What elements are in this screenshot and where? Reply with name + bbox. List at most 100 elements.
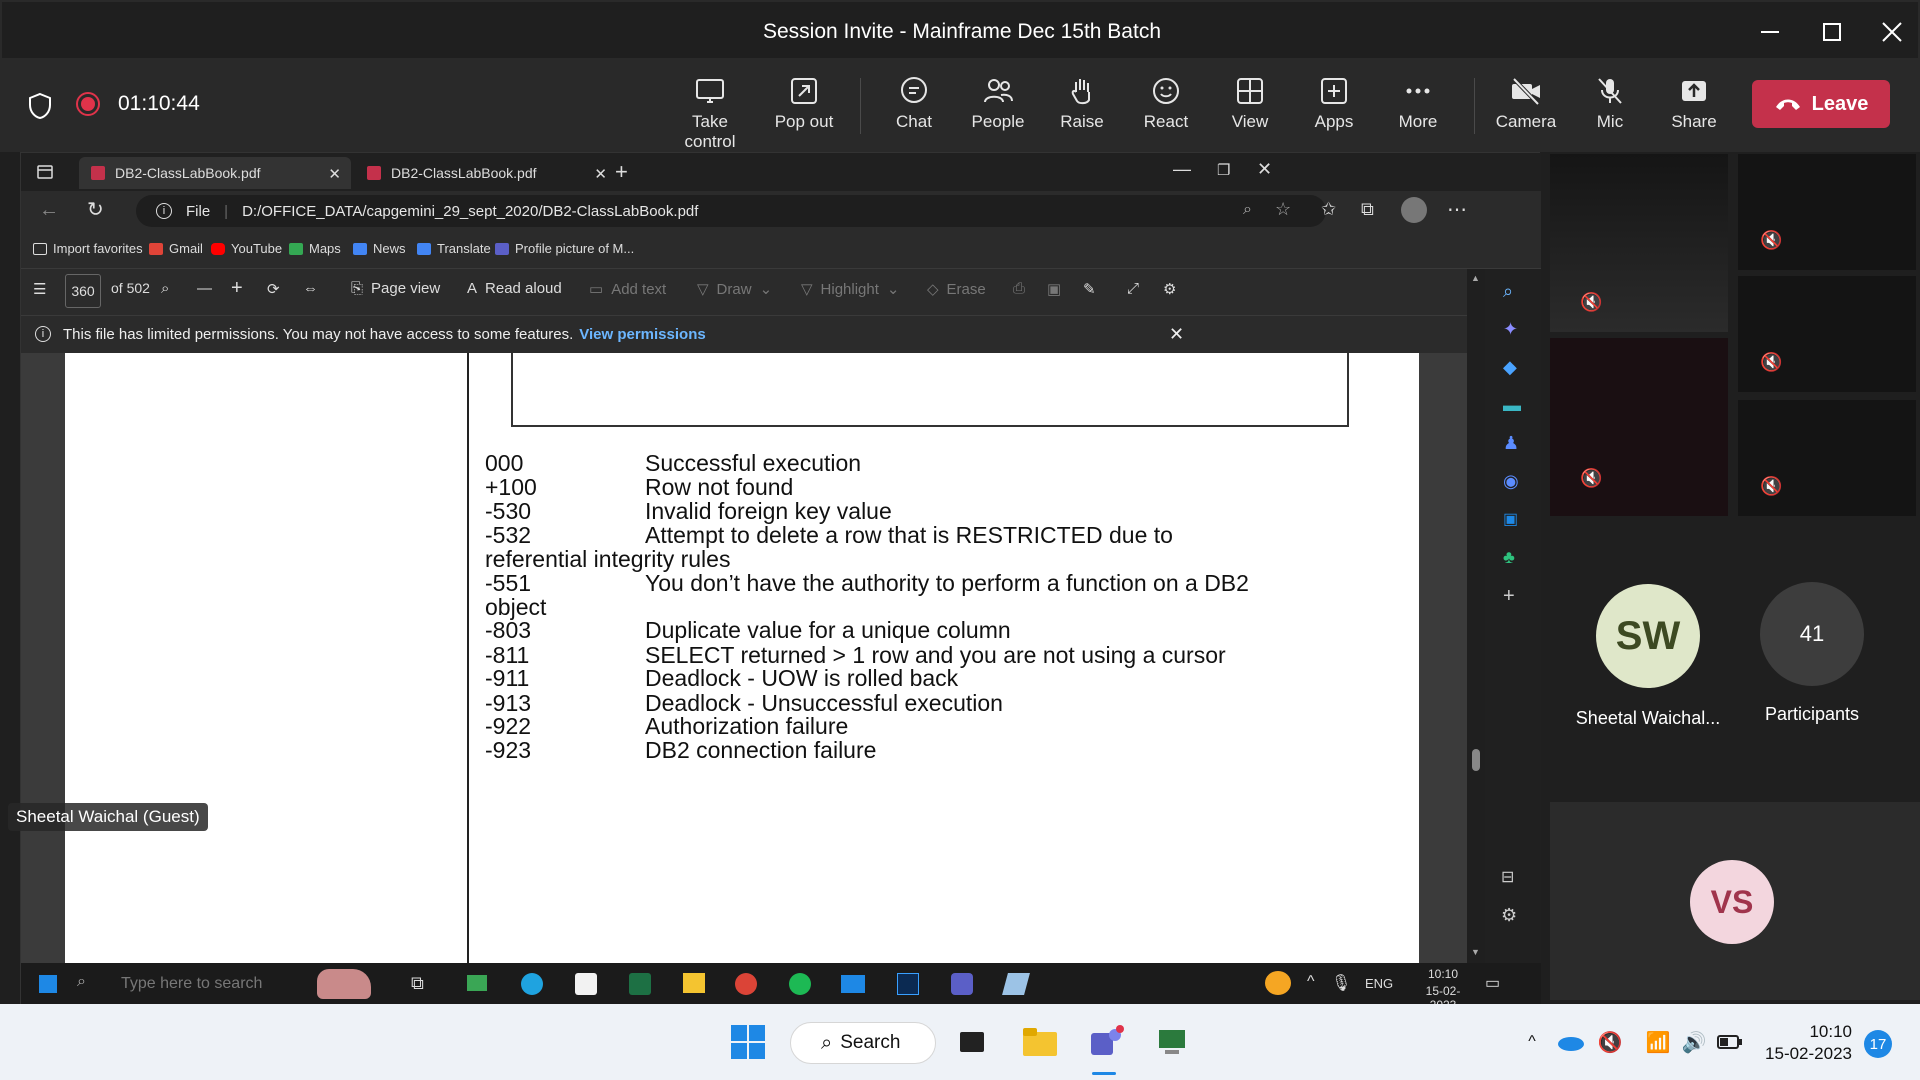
outlook-icon[interactable]: ▣ [1503,509,1518,529]
pdf-settings-icon[interactable]: ⚙ [1163,280,1176,298]
view-permissions-link[interactable]: View permissions [579,326,705,343]
search-icon[interactable]: ⌕ [77,973,86,991]
favorite-import[interactable]: Import favorites [33,241,143,256]
photoshop-icon[interactable] [897,973,919,995]
tab-pdf[interactable]: DB2-ClassLabBook.pdf ✕ [355,157,617,189]
draw-button[interactable]: ▽ Draw ⌄ [697,280,772,299]
notifications-icon[interactable]: ▭ [1485,973,1500,993]
participant-video[interactable]: 🔇 [1738,276,1916,392]
os-clock[interactable]: 10:10 15-02-2023 [1756,1022,1852,1064]
erase-button[interactable]: ◇ Erase [927,280,986,299]
browser-minimize-icon[interactable]: — [1173,159,1191,180]
people-button[interactable]: People [956,76,1040,140]
favorite-news[interactable]: News [353,241,406,256]
zoom-icon[interactable]: ⌕ [1243,201,1252,219]
save-icon[interactable]: ▣ [1047,280,1061,298]
address-bar[interactable]: i File | D:/OFFICE_DATA/capgemini_29_sep… [136,195,1326,227]
mic-icon[interactable]: 🎙 [1331,973,1351,993]
browser-close-icon[interactable]: ✕ [1257,159,1272,180]
battery-icon[interactable] [1708,1022,1752,1062]
start-icon[interactable] [39,975,57,993]
mail-icon[interactable] [841,975,865,993]
camera-button[interactable]: Camera [1484,76,1568,140]
onedrive-icon[interactable] [1548,1022,1592,1062]
minimize-icon[interactable] [1748,10,1792,54]
chat-button[interactable]: Chat [872,76,956,140]
close-tab-icon[interactable]: ✕ [328,165,341,183]
taskbar-search-box[interactable]: Type here to search [121,975,262,993]
zoom-in-icon[interactable]: + [231,277,243,300]
store-icon[interactable] [575,973,597,995]
favorite-gmail[interactable]: Gmail [149,241,203,256]
browser-restore-icon[interactable]: ❐ [1217,161,1230,179]
find-icon[interactable]: ⌕ [161,280,169,297]
participant-video[interactable]: 🔇 [1550,154,1728,332]
office-icon[interactable]: ◉ [1503,471,1519,492]
view-button[interactable]: View [1208,76,1292,140]
highlight-button[interactable]: ▽ Highlight ⌄ [801,280,900,299]
app-icon[interactable] [1150,1022,1194,1062]
print-icon[interactable]: ⎙ [1013,280,1025,297]
settings-more-icon[interactable]: ⋯ [1447,197,1467,222]
favorites-icon[interactable]: ✩ [1321,199,1336,220]
taskbar-search[interactable]: ⌕ Search [790,1022,936,1064]
apps-button[interactable]: Apps [1292,76,1376,140]
collections-icon[interactable]: ⧉ [1361,199,1374,220]
share-button[interactable]: Share [1652,76,1736,140]
tools-icon[interactable]: ▬ [1503,395,1521,416]
favorite-translate[interactable]: Translate [417,241,491,256]
react-button[interactable]: React [1124,76,1208,140]
spotify-icon[interactable] [789,973,811,995]
read-aloud-button[interactable]: A Read aloud [467,280,562,297]
chevron-up-icon[interactable]: ^ [1307,973,1315,991]
raise-button[interactable]: Raise [1040,76,1124,140]
teams-icon[interactable] [951,973,973,995]
start-icon[interactable] [726,1022,770,1062]
fullscreen-icon[interactable]: ⤢ [1127,280,1139,297]
rotate-icon[interactable]: ⟳ [267,280,280,298]
page-number-input[interactable]: 360 [65,274,101,308]
scroll-thumb[interactable] [1472,749,1480,771]
favorite-profile-picture[interactable]: Profile picture of M... [495,241,634,256]
search-icon[interactable]: ⌕ [1503,281,1513,302]
task-view-icon[interactable]: ⧉ [411,973,424,994]
zoom-out-icon[interactable]: — [197,280,212,297]
more-button[interactable]: More [1376,76,1460,140]
add-sidebar-icon[interactable]: + [1503,585,1515,608]
add-text-button[interactable]: ▭ Add text [589,280,666,299]
add-favorite-icon[interactable]: ☆ [1275,199,1291,220]
copilot-icon[interactable]: ✦ [1503,319,1518,340]
maximize-icon[interactable] [1810,10,1854,54]
close-tab-icon[interactable]: ✕ [594,165,607,183]
participants-count[interactable]: 41 [1760,582,1864,686]
take-control-button[interactable]: Take control [668,76,752,151]
fit-page-icon[interactable]: ⇔ [303,280,318,297]
teams-icon[interactable] [1084,1022,1128,1062]
file-explorer-icon[interactable] [1018,1022,1062,1062]
mic-off-icon[interactable]: 🔇 [1588,1022,1632,1062]
notification-badge[interactable]: 17 [1864,1030,1892,1058]
page-view-button[interactable]: ⎘ Page view [351,280,440,297]
shopping-icon[interactable]: ◆ [1503,357,1517,378]
save-as-icon[interactable]: ✎ [1083,280,1096,298]
excel-icon[interactable] [629,973,651,995]
language-indicator[interactable]: ENG [1365,976,1393,991]
chrome-icon[interactable] [735,973,757,995]
new-tab-icon[interactable]: + [615,159,628,185]
back-icon[interactable]: ← [39,199,59,222]
contents-icon[interactable]: ☰ [33,280,46,298]
participant-video[interactable]: 🔇 [1738,154,1916,270]
pop-out-button[interactable]: Pop out [762,76,846,140]
games-icon[interactable]: ♟ [1503,433,1519,454]
participant-video[interactable]: 🔇 [1738,400,1916,516]
edge-icon[interactable] [521,973,543,995]
favorite-youtube[interactable]: YouTube [211,241,282,256]
sidebar-layout-icon[interactable]: ⊟ [1501,867,1514,887]
avatar[interactable]: SW [1596,584,1700,688]
tree-icon[interactable]: ♣ [1503,547,1515,568]
close-notice-icon[interactable]: ✕ [1169,324,1184,345]
app-icon[interactable] [1002,973,1030,995]
task-view-icon[interactable] [950,1022,994,1062]
participant-video[interactable]: 🔇 [1550,338,1728,516]
mic-button[interactable]: Mic [1568,76,1652,140]
